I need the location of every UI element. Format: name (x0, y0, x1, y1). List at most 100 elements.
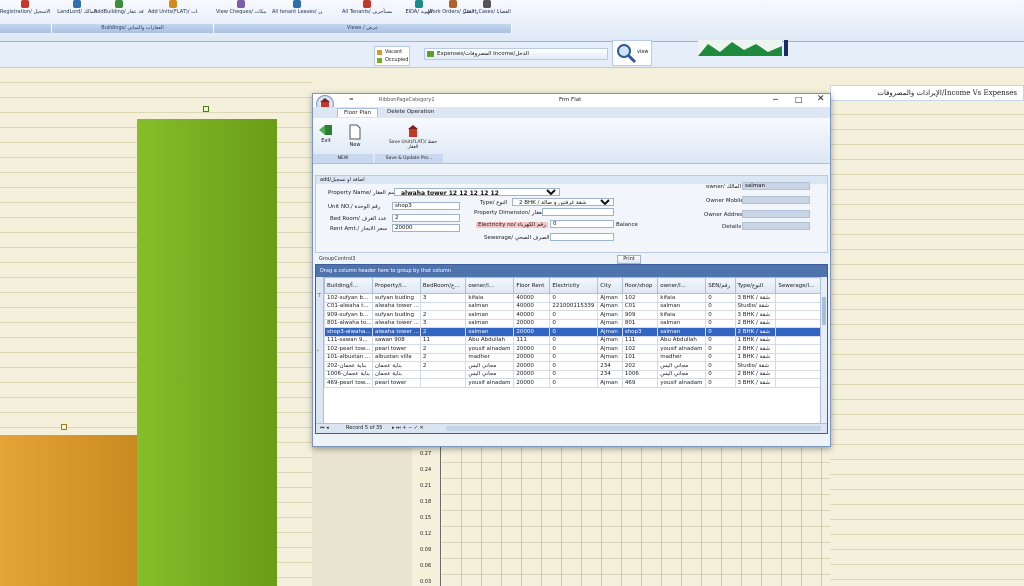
table-cell[interactable]: مجاني اليس (465, 369, 515, 379)
table-cell[interactable]: Ajman (597, 318, 623, 328)
table-cell[interactable]: 909 (621, 310, 659, 320)
table-cell[interactable]: 2 (419, 344, 467, 354)
table-row[interactable]: 102-sufyan b... sufyan buding 3 kifaia 40000… (324, 293, 821, 303)
table-cell[interactable]: مجاني اليس (657, 361, 707, 371)
table-row[interactable]: 1006-بناية عجمان بناية عجمان مجاني اليس 200… (324, 369, 821, 379)
table-cell[interactable] (775, 301, 821, 311)
table-cell[interactable]: 801-alwaha to... (324, 318, 373, 328)
table-cell[interactable]: 0 (549, 352, 599, 362)
table-cell[interactable]: Ajman (597, 293, 623, 303)
column-header[interactable]: BedRoom/ع... (419, 277, 467, 294)
table-cell[interactable]: 909-sufyan b... (324, 310, 373, 320)
table-cell[interactable]: 20000 (513, 378, 551, 388)
table-row[interactable]: 801-alwaha to... alwaha tower ... 3 salman 2… (324, 318, 821, 328)
navigator-first-prev-icons[interactable]: ⏮ ◂ (320, 425, 329, 431)
table-row[interactable]: 111-sawan 9... sawan 908 11 Abu Abdullah 111… (324, 335, 821, 345)
table-cell[interactable]: 0 (705, 335, 736, 345)
save-unit-button[interactable]: Save Unit(FLAT)/ حفظ العقار (385, 124, 441, 154)
table-cell[interactable]: kifaia (657, 310, 707, 320)
table-cell[interactable]: salman (657, 327, 707, 337)
table-cell[interactable] (775, 310, 821, 320)
table-cell[interactable]: alwaha tower ... (371, 318, 421, 328)
grid-horizontal-scrollbar[interactable] (446, 426, 821, 431)
print-button[interactable]: Print (617, 255, 641, 264)
unit-no-input[interactable] (392, 202, 460, 210)
table-cell[interactable]: 101 (621, 352, 659, 362)
table-cell[interactable]: 102-sufyan b... (324, 293, 373, 303)
table-cell[interactable]: 111-sawan 9... (324, 335, 373, 345)
table-cell[interactable]: 102 (621, 293, 659, 303)
table-cell[interactable]: 0 (705, 369, 736, 379)
table-cell[interactable]: Ajman (597, 352, 623, 362)
table-cell[interactable]: 0 (705, 327, 736, 337)
table-cell[interactable]: Abu Abdullah (465, 335, 515, 345)
type-select[interactable]: 2 BHK / شقة غرفتين و صالة (512, 198, 614, 206)
table-cell[interactable]: yousif alnadam (657, 344, 707, 354)
table-cell[interactable] (419, 301, 467, 311)
table-cell[interactable]: Ajman (597, 378, 623, 388)
table-cell[interactable]: C01-alwaha t... (324, 301, 373, 311)
table-cell[interactable]: 11 (419, 335, 467, 345)
table-cell[interactable]: 111 (513, 335, 551, 345)
table-cell[interactable]: yousif alnadam (657, 378, 707, 388)
table-cell[interactable]: 0 (705, 301, 736, 311)
table-cell[interactable]: 2 (419, 352, 467, 362)
table-cell[interactable]: 0 (705, 310, 736, 320)
table-cell[interactable]: 22100011​5339 (549, 301, 599, 311)
table-cell[interactable]: 0 (549, 293, 599, 303)
table-cell[interactable]: 1 BHK / شقة (734, 335, 777, 345)
table-cell[interactable]: 3 BHK / شقة (734, 293, 777, 303)
filter-icon[interactable]: ⊤ (317, 293, 321, 299)
table-cell[interactable]: madher (657, 352, 707, 362)
minimize-icon[interactable]: ─ (773, 95, 778, 104)
table-cell[interactable]: 102 (621, 344, 659, 354)
table-cell[interactable]: salman (465, 310, 515, 320)
tab-delete-operation[interactable]: Delete Operation (381, 108, 440, 116)
column-header[interactable]: Floor Rent (513, 277, 551, 294)
table-cell[interactable]: بناية عجمان (371, 361, 421, 371)
table-cell[interactable]: 0 (705, 352, 736, 362)
table-cell[interactable]: 0 (705, 344, 736, 354)
table-cell[interactable]: 20000 (513, 327, 551, 337)
table-cell[interactable]: Ajman (597, 301, 623, 311)
table-cell[interactable]: madher (465, 352, 515, 362)
table-cell[interactable]: 202 (621, 361, 659, 371)
table-cell[interactable]: alwaha tower ... (371, 301, 421, 311)
sewerage-input[interactable] (550, 233, 614, 241)
table-cell[interactable]: sufyan buding (371, 293, 421, 303)
property-dimension-input[interactable] (542, 208, 614, 216)
table-cell[interactable]: salman (465, 318, 515, 328)
quick-access-toolbar[interactable]: = (349, 97, 354, 103)
table-cell[interactable]: 0 (549, 318, 599, 328)
table-cell[interactable]: 0 (549, 335, 599, 345)
table-cell[interactable]: pearl tower (371, 344, 421, 354)
table-cell[interactable] (419, 369, 467, 379)
table-cell[interactable]: salman (465, 327, 515, 337)
table-cell[interactable] (775, 293, 821, 303)
table-cell[interactable]: Studio/ شقة (734, 301, 777, 311)
table-cell[interactable]: 202-بناية عجمان (324, 361, 373, 371)
table-cell[interactable]: 0 (549, 327, 599, 337)
income-expenses-tab[interactable]: Expenses/المصروفات Income/الدخل (424, 48, 608, 60)
column-header[interactable]: Building/أ... (324, 277, 373, 294)
table-cell[interactable]: 0 (705, 293, 736, 303)
table-cell[interactable]: salman (657, 318, 707, 328)
table-cell[interactable]: 2 BHK / شقة (734, 344, 777, 354)
table-row[interactable]: 909-sufyan b... sufyan buding 2 salman 40000… (324, 310, 821, 320)
ribbon-button-2[interactable]: AddBuilding/ اضافة عقار (94, 0, 144, 22)
table-cell[interactable]: مجاني اليس (465, 361, 515, 371)
table-cell[interactable]: shop3-alwaha... (324, 327, 373, 337)
table-cell[interactable]: 20000 (513, 352, 551, 362)
table-cell[interactable] (775, 369, 821, 379)
maximize-icon[interactable]: □ (795, 95, 803, 104)
scroll-thumb[interactable] (822, 297, 826, 325)
table-row[interactable]: shop3-alwaha... alwaha tower ... 2 salman 20… (324, 327, 821, 337)
column-header[interactable]: floor/shop (621, 277, 659, 294)
table-cell[interactable]: 101-albustan ... (324, 352, 373, 362)
column-header[interactable]: owner/ا... (465, 277, 515, 294)
column-header[interactable]: Electricity (549, 277, 599, 294)
table-cell[interactable]: بناية عجمان (371, 369, 421, 379)
table-row[interactable]: 101-albustan ... albustan villa 2 madher 200… (324, 352, 821, 362)
ribbon-button-0[interactable]: Registration/ الاسجيل (0, 0, 50, 22)
table-cell[interactable]: 40000 (513, 301, 551, 311)
